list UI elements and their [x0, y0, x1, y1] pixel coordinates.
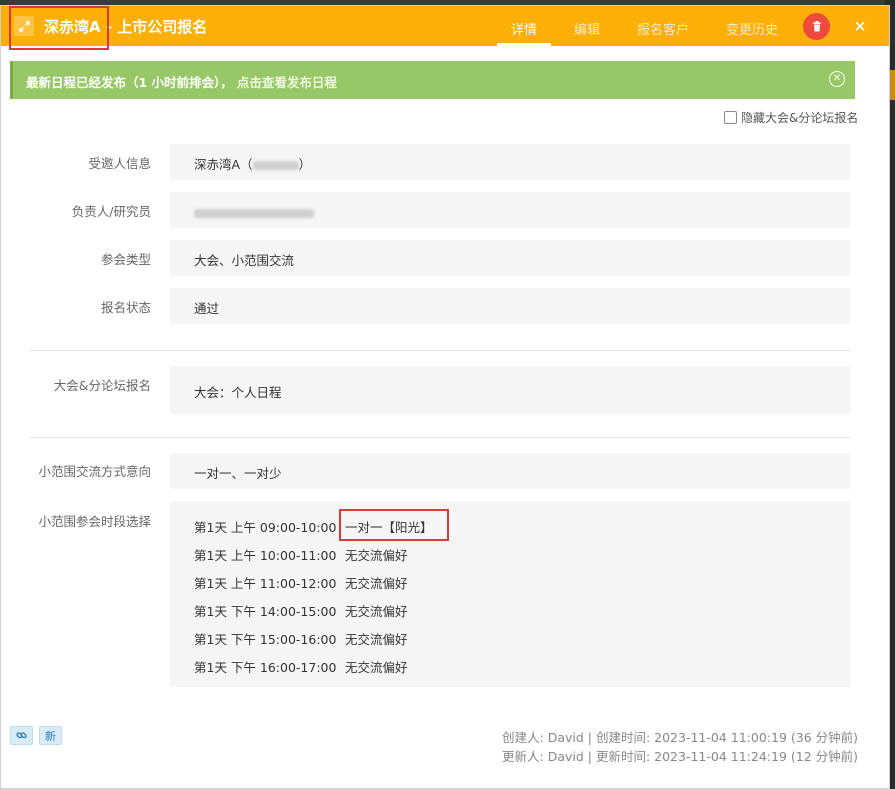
slot-preference: 无交流偏好 — [345, 548, 408, 563]
view-schedule-link[interactable]: 点击查看发布日程 — [237, 75, 337, 90]
slot-time: 第1天 上午 10:00-11:00 — [194, 548, 337, 563]
close-button[interactable]: × — [852, 17, 868, 35]
invitee-value: 深赤湾A（ ） — [194, 154, 311, 173]
section-divider — [30, 350, 850, 351]
owner-value — [194, 205, 314, 220]
status-label: 报名状态 — [100, 300, 151, 315]
slot-preference: 无交流偏好 — [345, 604, 408, 619]
forum-label: 大会&分论坛报名 — [53, 378, 151, 393]
link-icon — [16, 732, 27, 739]
status-value-box: 通过 — [170, 288, 850, 324]
annotation-box-slot — [339, 509, 449, 541]
invitee-label: 受邀人信息 — [88, 156, 151, 171]
new-button[interactable]: 新 — [39, 726, 62, 745]
hide-forum-checkbox[interactable] — [724, 111, 737, 124]
active-tab-indicator — [497, 43, 551, 46]
registration-modal: 深赤湾A - 上市公司报名 详情 编辑 报名客户 变更历史 × 最新日程已经发布… — [0, 5, 890, 789]
updated-info: 更新人: David | 更新时间: 2023-11-04 11:24:19 (… — [502, 749, 858, 764]
annotation-box-title — [9, 6, 109, 50]
slot-preference: 无交流偏好 — [345, 660, 408, 675]
slot-preference: 无交流偏好 — [345, 576, 408, 591]
owner-value-box — [170, 192, 850, 228]
slot-time: 第1天 下午 15:00-16:00 — [194, 632, 337, 647]
tab-details[interactable]: 详情 — [511, 19, 537, 38]
schedule-published-alert: 最新日程已经发布（1 小时前排会）， 点击查看发布日程 ✕ — [10, 61, 855, 99]
alert-text: 最新日程已经发布（1 小时前排会）， — [26, 75, 233, 90]
slot-time: 第1天 上午 11:00-12:00 — [194, 576, 337, 591]
alert-close-icon[interactable]: ✕ — [829, 71, 845, 87]
slot-row: 第1天 下午 15:00-16:00 无交流偏好 — [194, 629, 408, 648]
tab-change-history[interactable]: 变更历史 — [726, 19, 778, 38]
copy-link-button[interactable] — [10, 726, 33, 745]
redacted-owner — [194, 209, 314, 218]
modal-header: 深赤湾A - 上市公司报名 详情 编辑 报名客户 变更历史 × — [1, 6, 889, 46]
trash-icon — [812, 21, 821, 32]
status-value: 通过 — [194, 301, 220, 316]
footer-actions: 新 — [10, 726, 62, 745]
delete-button[interactable] — [803, 13, 830, 40]
slot-time: 第1天 下午 16:00-17:00 — [194, 660, 337, 675]
type-label: 参会类型 — [100, 252, 151, 267]
hide-forum-toggle[interactable]: 隐藏大会&分论坛报名 — [724, 109, 858, 126]
slot-row: 第1天 上午 10:00-11:00 无交流偏好 — [194, 545, 408, 564]
tab-edit[interactable]: 编辑 — [574, 19, 600, 38]
slot-preference: 无交流偏好 — [345, 632, 408, 647]
created-info: 创建人: David | 创建时间: 2023-11-04 11:00:19 (… — [502, 730, 858, 745]
slot-row: 第1天 上午 11:00-12:00 无交流偏好 — [194, 573, 408, 592]
mode-value: 一对一、一对少 — [194, 466, 282, 481]
slot-row: 第1天 下午 14:00-15:00 无交流偏好 — [194, 601, 408, 620]
slots-label: 小范围参会时段选择 — [38, 514, 151, 529]
hide-forum-label: 隐藏大会&分论坛报名 — [741, 111, 859, 125]
invitee-name: 深赤湾A（ — [194, 157, 253, 172]
slot-time: 第1天 上午 09:00-10:00 — [194, 520, 337, 535]
invitee-value-box: 深赤湾A（ ） — [170, 144, 850, 180]
type-value-box: 大会、小范围交流 — [170, 240, 850, 276]
forum-value-box: 大会：个人日程 — [170, 366, 850, 414]
redacted-text — [252, 161, 299, 170]
section-divider — [30, 437, 850, 438]
slot-time: 第1天 下午 14:00-15:00 — [194, 604, 337, 619]
mode-label: 小范围交流方式意向 — [38, 464, 151, 479]
slots-value-box: 第1天 上午 09:00-10:00 一对一【阳光】 第1天 上午 10:00-1… — [170, 501, 850, 687]
mode-value-box: 一对一、一对少 — [170, 453, 850, 489]
alert-message: 最新日程已经发布（1 小时前排会）， 点击查看发布日程 — [26, 72, 337, 91]
invitee-suffix: ） — [298, 157, 312, 172]
owner-label: 负责人/研究员 — [71, 204, 151, 219]
tab-registered-clients[interactable]: 报名客户 — [637, 19, 689, 38]
type-value: 大会、小范围交流 — [194, 253, 295, 268]
slot-row: 第1天 下午 16:00-17:00 无交流偏好 — [194, 657, 408, 676]
forum-value: 大会：个人日程 — [194, 385, 282, 400]
